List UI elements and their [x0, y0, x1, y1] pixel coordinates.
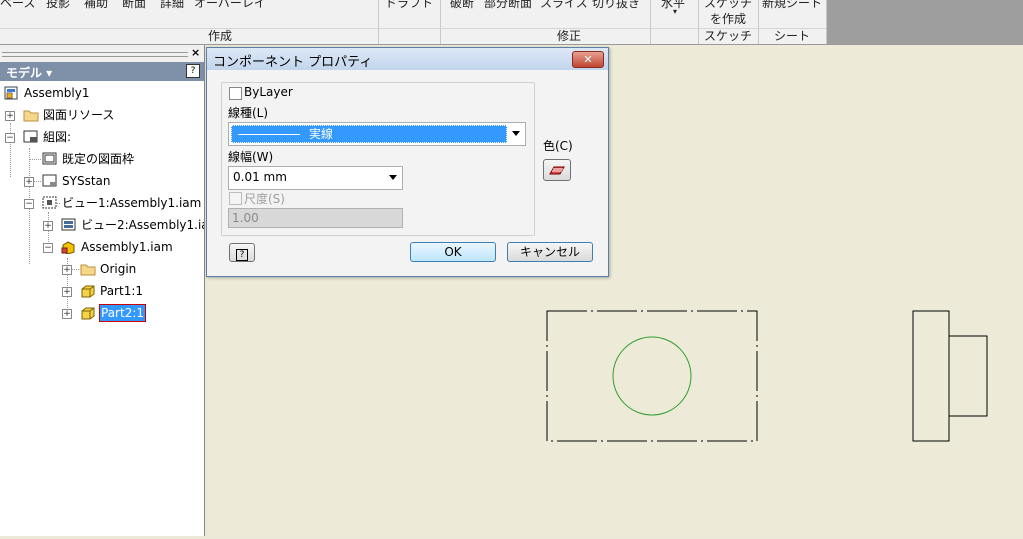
chevron-down-icon[interactable] — [389, 175, 397, 180]
auxiliary-view-button[interactable]: 補助 — [84, 0, 108, 11]
tree-item-view1[interactable]: − ビュー1:Assembly1.iam — [0, 193, 204, 213]
crop-button[interactable]: 切り抜き — [592, 0, 640, 11]
side-view-body[interactable] — [912, 310, 950, 442]
expand-icon[interactable]: + — [62, 309, 72, 319]
view-icon — [61, 218, 76, 231]
side-view-boss[interactable] — [948, 335, 988, 417]
cancel-button[interactable]: キャンセル — [507, 242, 593, 262]
slice-button[interactable]: スライス — [540, 0, 588, 11]
tree-item-sheet[interactable]: − 組図: — [0, 127, 204, 147]
linetype-combo[interactable]: 実線 — [228, 122, 526, 146]
chevron-down-icon[interactable] — [512, 131, 520, 136]
expand-icon[interactable]: + — [62, 265, 72, 275]
ribbon: ベース 投影 補助 断面 詳細 オーバーレイ ドラフト 破断 部分断面 スライス… — [0, 0, 1023, 45]
dialog-titlebar[interactable]: コンポーネント プロパティ ✕ — [207, 48, 608, 70]
tree-item-sysstan[interactable]: + SYSstan — [0, 171, 204, 191]
folder-icon — [80, 264, 96, 276]
color-label: 色(C) — [543, 139, 573, 153]
color-button[interactable] — [543, 159, 571, 181]
expand-icon[interactable]: + — [43, 221, 53, 231]
base-view-button[interactable]: ベース — [0, 0, 35, 11]
dialog-title: コンポーネント プロパティ — [213, 55, 373, 70]
new-sheet-button[interactable]: 新規シート — [762, 0, 822, 11]
group-label-sketch: スケッチ — [703, 29, 752, 43]
panel-grip-bar[interactable]: × — [0, 45, 204, 62]
panel-header: モデル ▾ ? — [0, 62, 204, 81]
tree-item-origin[interactable]: + Origin — [0, 259, 204, 279]
horizontal-dropdown-icon[interactable]: ▾ — [673, 7, 677, 16]
model-dropdown[interactable]: モデル ▾ — [6, 64, 52, 81]
collapse-icon[interactable]: − — [43, 243, 53, 253]
solid-line-sample — [238, 134, 300, 135]
part-icon — [81, 307, 95, 320]
expand-icon[interactable]: + — [24, 177, 34, 187]
part-icon — [81, 285, 95, 298]
tree-item-part1[interactable]: + Part1:1 — [0, 281, 204, 301]
tree-item-default-border[interactable]: 既定の図面枠 — [0, 149, 204, 169]
section-view-button[interactable]: 断面 — [122, 0, 146, 11]
scale-field[interactable]: 1.00 — [228, 208, 403, 228]
break-button[interactable]: 破断 — [450, 0, 474, 11]
scale-value: 1.00 — [232, 211, 259, 225]
linetype-selection: 実線 — [231, 125, 507, 143]
title-block-icon — [42, 174, 57, 187]
ok-button[interactable]: OK — [410, 242, 496, 262]
model-browser-panel: × モデル ▾ ? Assembly1 + 図面リソース − 組図: 既定の図面… — [0, 45, 205, 536]
scale-checkbox[interactable] — [229, 192, 242, 205]
view-icon — [42, 196, 57, 209]
tree-item-assembly-iam[interactable]: − Assembly1.iam — [0, 237, 204, 257]
circle-edge[interactable] — [612, 336, 692, 416]
draft-view-button[interactable]: ドラフト — [385, 0, 433, 11]
linetype-value: 実線 — [309, 127, 334, 141]
group-label-sheet: シート — [773, 29, 810, 43]
lineweight-combo[interactable]: 0.01 mm — [228, 166, 403, 190]
projected-view-button[interactable]: 投影 — [46, 0, 70, 11]
overlay-view-button[interactable]: オーバーレイ — [194, 0, 266, 11]
lineweight-value: 0.01 mm — [233, 170, 287, 184]
tree-item-drawing-resources[interactable]: + 図面リソース — [0, 105, 204, 125]
lineweight-label: 線幅(W) — [228, 150, 274, 164]
panel-close-icon[interactable]: × — [191, 46, 200, 59]
scale-label: 尺度(S) — [244, 192, 285, 206]
folder-icon — [23, 110, 39, 122]
tree-item-assembly1[interactable]: Assembly1 — [0, 83, 204, 103]
dialog-close-button[interactable]: ✕ — [572, 51, 604, 68]
panel-help-icon[interactable]: ? — [186, 64, 200, 78]
bylayer-checkbox[interactable] — [229, 87, 242, 100]
group-label-modify: 修正 — [556, 29, 581, 43]
selected-tree-label: Part2:1 — [99, 304, 147, 322]
expand-icon[interactable]: + — [5, 111, 15, 121]
border-icon — [42, 152, 57, 165]
linetype-label: 線種(L) — [228, 106, 269, 120]
collapse-icon[interactable]: − — [5, 133, 15, 143]
expand-icon[interactable]: + — [62, 287, 72, 297]
collapse-icon[interactable]: − — [24, 199, 34, 209]
assembly-icon — [61, 241, 75, 254]
detail-view-button[interactable]: 詳細 — [160, 0, 184, 11]
component-properties-dialog: コンポーネント プロパティ ✕ ByLayer 線種(L) 実線 線幅(W) 0… — [206, 47, 609, 277]
color-swatch-icon — [549, 166, 565, 175]
group-label-create: 作成 — [207, 29, 232, 43]
sheet-icon — [23, 130, 38, 143]
tree-item-part2[interactable]: + Part2:1 — [0, 303, 204, 323]
assembly-document-icon — [4, 86, 18, 100]
create-sketch-line2[interactable]: を作成 — [710, 10, 746, 27]
help-button[interactable]: ? — [229, 243, 255, 262]
ribbon-empty-area — [826, 0, 1023, 45]
help-icon: ? — [236, 249, 248, 261]
break-out-button[interactable]: 部分断面 — [484, 0, 532, 11]
bylayer-label: ByLayer — [244, 85, 293, 99]
tree-item-view2[interactable]: + ビュー2:Assembly1.iam — [0, 215, 204, 235]
front-view-outline[interactable] — [546, 310, 758, 442]
